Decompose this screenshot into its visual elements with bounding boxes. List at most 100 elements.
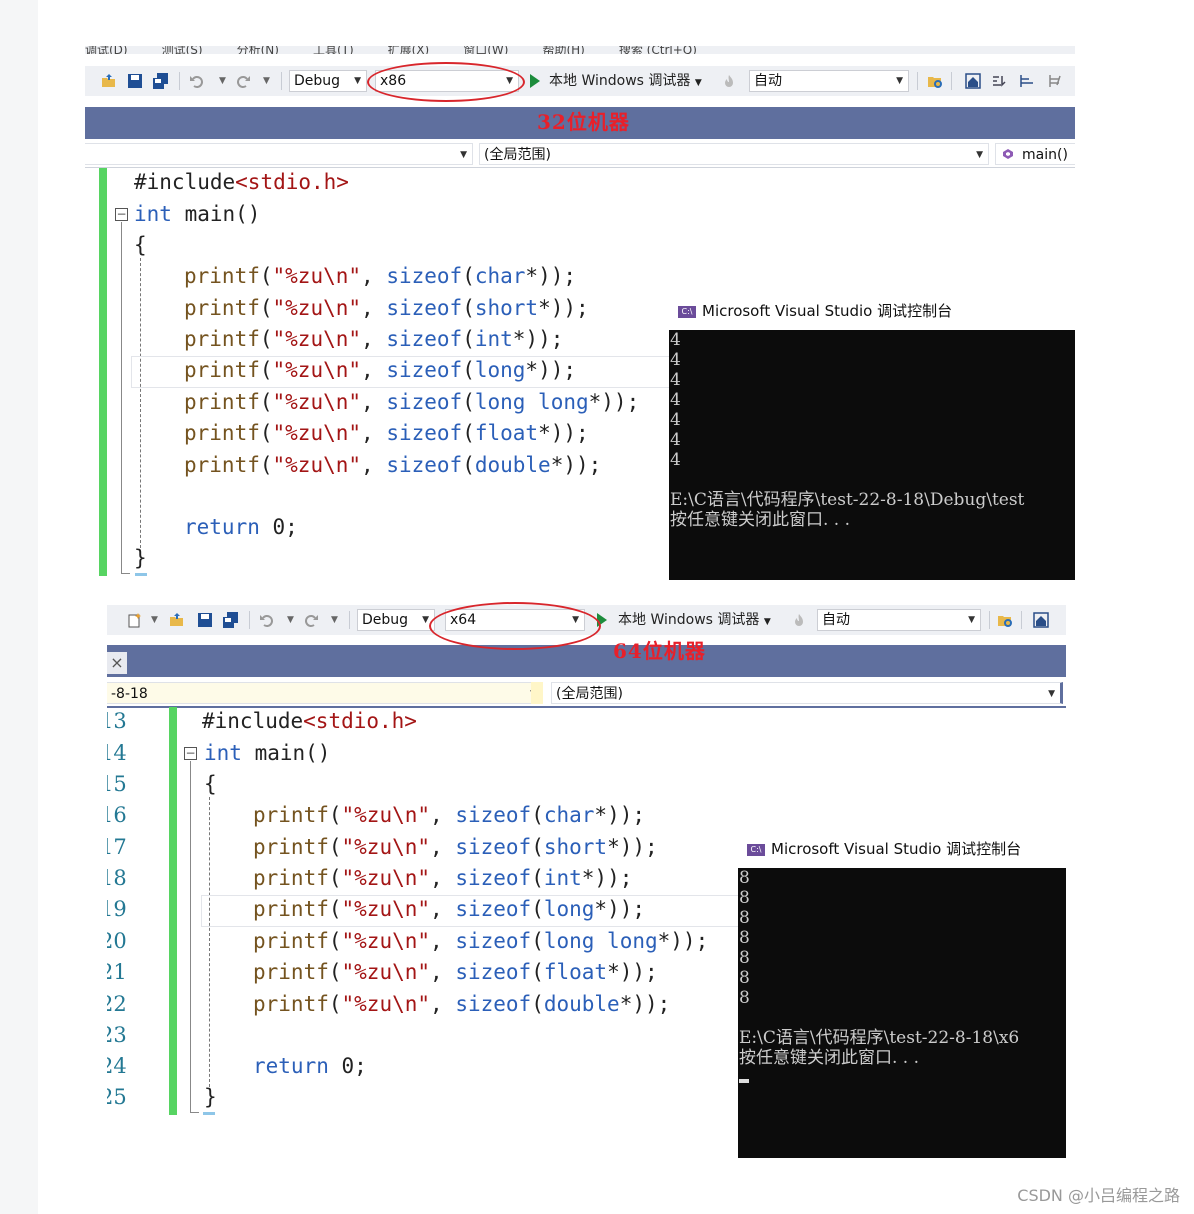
- annotation-64bit: 64位机器: [613, 639, 706, 663]
- sizeof-keyword: sizeof: [455, 929, 532, 953]
- undo-dropdown-arrow[interactable]: ▼: [219, 72, 226, 90]
- save-all-icon[interactable]: [223, 612, 239, 628]
- separator: [249, 611, 250, 629]
- menu-item[interactable]: 测试(S): [162, 46, 203, 54]
- start-debugger-button[interactable]: 本地 Windows 调试器 ▼: [549, 72, 702, 90]
- format-string: "%zu\n": [341, 992, 431, 1016]
- project-dropdown[interactable]: ▼: [85, 143, 473, 165]
- redo-icon[interactable]: [235, 73, 251, 89]
- type-name: double: [543, 992, 620, 1016]
- home-icon[interactable]: [965, 73, 981, 89]
- save-icon[interactable]: [197, 612, 213, 628]
- scope-dropdown[interactable]: (全局范围) ▼: [551, 682, 1063, 704]
- hot-reload-icon[interactable]: [721, 73, 737, 89]
- fold-guide-end: [190, 1112, 199, 1113]
- chevron-down-icon: ▼: [968, 615, 975, 625]
- menu-item[interactable]: 帮助(H): [542, 46, 584, 54]
- code-line: return 0;: [253, 1051, 367, 1082]
- type-name: char: [474, 264, 526, 288]
- code-editor[interactable]: #include<stdio.h> int main() { printf("%…: [107, 600, 708, 1109]
- chevron-down-icon: ▼: [1048, 689, 1055, 699]
- type-name: long: [543, 897, 595, 921]
- redo-dropdown-arrow[interactable]: ▼: [331, 611, 338, 629]
- function-call: printf: [253, 866, 329, 890]
- separator: [989, 611, 990, 629]
- menu-item[interactable]: 窗口(W): [463, 46, 508, 54]
- type-name: double: [474, 453, 551, 477]
- hot-reload-icon[interactable]: [791, 612, 807, 628]
- undo-dropdown-arrow[interactable]: ▼: [287, 611, 294, 629]
- undo-icon[interactable]: [259, 612, 275, 628]
- console-line: 4: [670, 390, 681, 410]
- code-editor[interactable]: #include<stdio.h> int main() { printf("%…: [85, 46, 639, 570]
- format-string: "%zu\n": [272, 421, 362, 445]
- console-line: 按任意键关闭此窗口. . .: [670, 510, 851, 530]
- menu-item[interactable]: 扩展(X): [388, 46, 430, 54]
- start-debugger-button[interactable]: 本地 Windows 调试器 ▼: [618, 611, 771, 629]
- auto-dropdown[interactable]: 自动 ▼: [749, 70, 909, 92]
- code-line: printf("%zu\n", sizeof(double*));: [253, 992, 671, 1016]
- sizeof-keyword: sizeof: [455, 866, 532, 890]
- console-line: 4: [670, 350, 681, 370]
- member-dropdown[interactable]: main(): [995, 143, 1075, 165]
- config-dropdown[interactable]: Debug ▼: [289, 70, 367, 92]
- dropdown-button[interactable]: [531, 682, 543, 704]
- function-call: printf: [184, 264, 260, 288]
- comment-icon[interactable]: [1019, 73, 1035, 89]
- home-icon[interactable]: [1033, 612, 1049, 628]
- vs-window-x86: 调试(D) 测试(S) 分析(N) 工具(T) 扩展(X) 窗口(W) 帮助(H) 搜索 (C…: [85, 46, 1075, 580]
- chevron-down-icon: ▼: [896, 76, 903, 86]
- function-call: printf: [184, 453, 260, 477]
- menu-item[interactable]: 工具(T): [313, 46, 354, 54]
- chevron-down-icon: ▼: [976, 150, 983, 160]
- project-dropdown[interactable]: -8-18▼: [107, 682, 543, 704]
- console-title: Microsoft Visual Studio 调试控制台: [771, 840, 1022, 858]
- code-line: printf("%zu\n", sizeof(long*));: [253, 897, 645, 921]
- line-number: 22: [107, 992, 127, 1016]
- console-title-bar[interactable]: C:\ Microsoft Visual Studio 调试控制台: [669, 292, 1075, 331]
- console-line: 8: [739, 928, 750, 948]
- save-all-icon[interactable]: [153, 73, 169, 89]
- line-number: 25: [107, 1085, 127, 1109]
- code-line: printf("%zu\n", sizeof(float*));: [253, 960, 658, 984]
- console-app-icon: C:\: [678, 305, 696, 318]
- type-name: float: [474, 421, 539, 445]
- separator: [1021, 611, 1022, 629]
- auto-dropdown[interactable]: 自动 ▼: [817, 609, 981, 631]
- function-call: printf: [253, 803, 329, 827]
- indent-guide: [209, 797, 210, 1087]
- format-string: "%zu\n": [341, 866, 431, 890]
- sizeof-keyword: sizeof: [455, 803, 532, 827]
- document-tab-bar: [107, 645, 1066, 677]
- redo-dropdown-arrow[interactable]: ▼: [263, 72, 270, 90]
- find-in-files-icon[interactable]: [997, 612, 1013, 628]
- chevron-down-icon: ▼: [763, 617, 771, 627]
- find-in-files-icon[interactable]: [927, 73, 943, 89]
- console-title: Microsoft Visual Studio 调试控制台: [702, 302, 953, 320]
- code-line: printf("%zu\n", sizeof(short*));: [253, 835, 658, 859]
- redo-icon[interactable]: [303, 612, 319, 628]
- step-icon[interactable]: [991, 73, 1007, 89]
- format-string: "%zu\n": [341, 897, 431, 921]
- scope-dropdown[interactable]: (全局范围) ▼: [479, 143, 989, 165]
- code-line: printf("%zu\n", sizeof(long*));: [184, 358, 576, 382]
- keyword: int: [134, 202, 172, 226]
- include-directive: #include: [202, 709, 304, 733]
- brace: }: [134, 546, 147, 570]
- uncomment-icon[interactable]: [1047, 73, 1063, 89]
- format-string: "%zu\n": [272, 327, 362, 351]
- search-box[interactable]: 搜索 (Ctrl+Q): [619, 46, 697, 54]
- menu-item[interactable]: 分析(N): [237, 46, 279, 54]
- return-keyword: return: [253, 1054, 329, 1078]
- format-string: "%zu\n": [272, 264, 362, 288]
- undo-icon[interactable]: [189, 73, 205, 89]
- config-dropdown[interactable]: Debug ▼: [357, 609, 435, 631]
- console-line: 4: [670, 370, 681, 390]
- open-folder-icon[interactable]: [169, 612, 185, 628]
- start-debug-icon[interactable]: [530, 74, 540, 88]
- collapse-toggle[interactable]: −: [184, 747, 197, 760]
- type-name: short: [543, 835, 608, 859]
- separator: [349, 611, 350, 629]
- console-title-bar[interactable]: C:\ Microsoft Visual Studio 调试控制台: [738, 830, 1066, 869]
- sizeof-keyword: sizeof: [386, 358, 463, 382]
